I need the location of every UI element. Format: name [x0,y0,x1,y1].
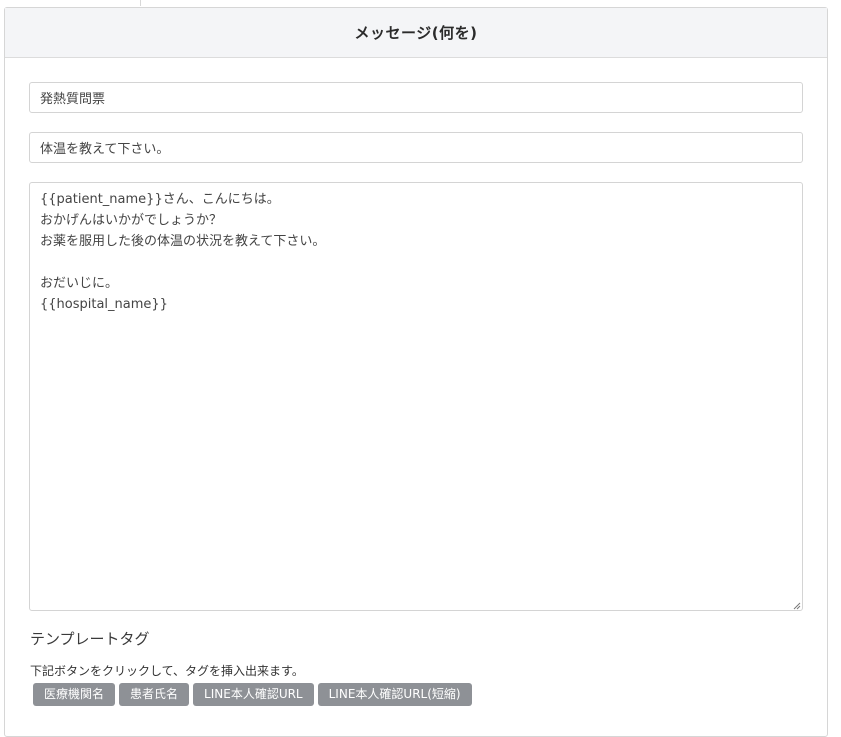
tag-button-hospital-name[interactable]: 医療機関名 [33,683,116,706]
template-tags-help-text: 下記ボタンをクリックして、タグを挿入出来ます。 [30,664,304,678]
card-header-title: メッセージ(何を) [5,8,827,58]
tag-button-patient-name[interactable]: 患者氏名 [119,683,190,706]
top-divider-tick [140,0,141,6]
tag-button-line-verify-url-short[interactable]: LINE本人確認URL(短縮) [317,683,472,706]
message-title-input[interactable] [29,82,803,113]
template-tags-heading: テンプレートタグ [30,630,150,648]
message-card: メッセージ(何を) {{patient_name}}さん、こんにちは。 おかげん… [4,7,828,737]
template-tag-button-row: 医療機関名 患者氏名 LINE本人確認URL LINE本人確認URL(短縮) [33,683,472,706]
message-body-textarea[interactable]: {{patient_name}}さん、こんにちは。 おかげんはいかがでしょうか？… [29,182,803,611]
tag-button-line-verify-url[interactable]: LINE本人確認URL [193,683,314,706]
message-subject-input[interactable] [29,132,803,163]
resize-handle-icon[interactable] [792,601,801,610]
